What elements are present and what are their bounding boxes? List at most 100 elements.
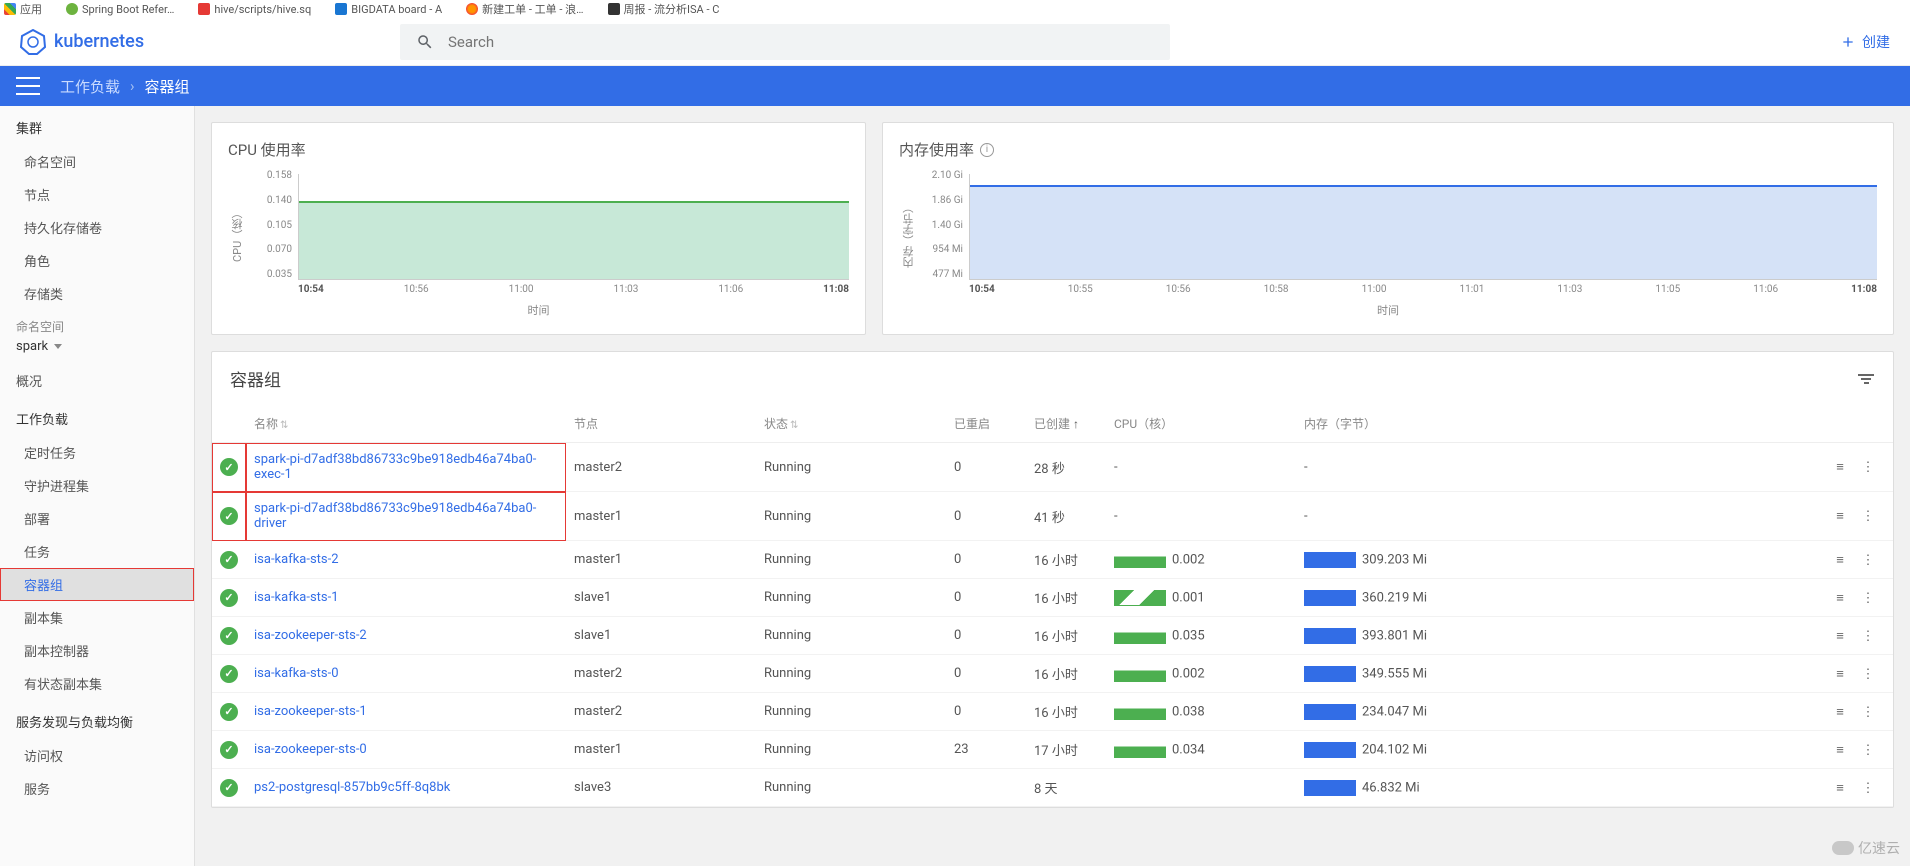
pod-name-link[interactable]: isa-kafka-sts-1: [254, 590, 339, 605]
pod-name-link[interactable]: isa-zookeeper-sts-1: [254, 704, 367, 719]
pod-cpu: -: [1106, 443, 1296, 492]
nav-section-discovery[interactable]: 服务发现与负载均衡: [0, 700, 194, 739]
table-row[interactable]: ✓isa-kafka-sts-1slave1Running016 小时0.001…: [212, 579, 1893, 617]
logs-icon[interactable]: ≡: [1831, 780, 1849, 796]
table-row[interactable]: ✓isa-zookeeper-sts-2slave1Running016 小时0…: [212, 617, 1893, 655]
info-icon[interactable]: i: [980, 143, 994, 157]
nav-item-daemon-sets[interactable]: 守护进程集: [0, 469, 194, 502]
nav-item-storage-class[interactable]: 存储类: [0, 277, 194, 310]
nav-item-stateful-sets[interactable]: 有状态副本集: [0, 667, 194, 700]
tab-bigdata[interactable]: BIGDATA board - A: [351, 3, 442, 16]
nav-item-nodes[interactable]: 节点: [0, 178, 194, 211]
logs-icon[interactable]: ≡: [1831, 590, 1849, 606]
nav-item-pv[interactable]: 持久化存储卷: [0, 211, 194, 244]
pod-status: Running: [756, 769, 946, 807]
col-age[interactable]: 已创建 ↑: [1026, 405, 1106, 443]
logo[interactable]: kubernetes: [20, 29, 400, 55]
nav-item-pods[interactable]: 容器组: [0, 568, 194, 601]
cpu-sparkline: [1114, 628, 1166, 644]
pod-cpu: 0.002: [1106, 655, 1296, 693]
kubernetes-icon: [20, 29, 46, 55]
pod-restarts: 0: [946, 655, 1026, 693]
nav-item-namespace[interactable]: 命名空间: [0, 145, 194, 178]
table-row[interactable]: ✓ps2-postgresql-857bb9c5ff-8q8bkslave3Ru…: [212, 769, 1893, 807]
pod-name-link[interactable]: isa-zookeeper-sts-0: [254, 742, 367, 757]
pod-mem: 360.219 Mi: [1296, 579, 1506, 617]
pod-restarts: 0: [946, 579, 1026, 617]
more-icon[interactable]: ⋮: [1859, 781, 1877, 796]
table-row[interactable]: ✓isa-kafka-sts-0master2Running016 小时0.00…: [212, 655, 1893, 693]
nav-item-overview[interactable]: 概况: [0, 364, 194, 397]
col-status[interactable]: 状态: [756, 405, 946, 443]
pod-age: 41 秒: [1026, 492, 1106, 541]
filter-icon[interactable]: [1857, 372, 1875, 386]
pod-name-link[interactable]: ps2-postgresql-857bb9c5ff-8q8bk: [254, 780, 450, 795]
logs-icon[interactable]: ≡: [1831, 704, 1849, 720]
nav-item-deployments[interactable]: 部署: [0, 502, 194, 535]
nav-item-services[interactable]: 服务: [0, 772, 194, 805]
tab-apps[interactable]: 应用: [20, 1, 42, 17]
pod-status: Running: [756, 579, 946, 617]
table-row[interactable]: ✓ spark-pi-d7adf38bd86733c9be918edb46a74b…: [212, 492, 1893, 541]
col-restarts[interactable]: 已重启: [946, 405, 1026, 443]
search-box[interactable]: [400, 24, 1170, 60]
cpu-sparkline: [1114, 666, 1166, 682]
tab-ticket[interactable]: 新建工单 - 工单 - 浪…: [482, 1, 583, 17]
logs-icon[interactable]: ≡: [1831, 459, 1849, 475]
col-node[interactable]: 节点: [566, 405, 756, 443]
col-name[interactable]: 名称: [246, 405, 566, 443]
col-cpu[interactable]: CPU（核）: [1106, 405, 1296, 443]
more-icon[interactable]: ⋮: [1859, 705, 1877, 720]
pod-status: Running: [756, 655, 946, 693]
tab-hive[interactable]: hive/scripts/hive.sq: [214, 3, 311, 16]
col-mem[interactable]: 内存（字节）: [1296, 405, 1506, 443]
pod-name-link[interactable]: spark-pi-d7adf38bd86733c9be918edb46a74ba…: [254, 452, 536, 482]
logs-icon[interactable]: ≡: [1831, 628, 1849, 644]
namespace-select[interactable]: spark: [0, 335, 194, 364]
logs-icon[interactable]: ≡: [1831, 508, 1849, 524]
nav-item-roles[interactable]: 角色: [0, 244, 194, 277]
more-icon[interactable]: ⋮: [1859, 667, 1877, 682]
brand-text: kubernetes: [54, 31, 144, 52]
cloud-icon: [1832, 841, 1854, 855]
more-icon[interactable]: ⋮: [1859, 629, 1877, 644]
nav-section-workloads[interactable]: 工作负载: [0, 397, 194, 436]
table-row[interactable]: ✓isa-kafka-sts-2master1Running016 小时0.00…: [212, 541, 1893, 579]
memory-chart-card: 内存使用率 i 内存（字节） 2.10 Gi1.86 Gi1.40 Gi954 …: [882, 122, 1894, 335]
cpu-xlabel: 时间: [228, 302, 849, 318]
tab-isa[interactable]: 周报 - 流分析ISA - C: [624, 1, 720, 17]
nav-item-cron-jobs[interactable]: 定时任务: [0, 436, 194, 469]
pod-mem: -: [1296, 492, 1506, 541]
pod-restarts: 0: [946, 443, 1026, 492]
logs-icon[interactable]: ≡: [1831, 552, 1849, 568]
menu-toggle-icon[interactable]: [16, 77, 40, 95]
pod-restarts: 0: [946, 693, 1026, 731]
cpu-ylabel: CPU（核）: [228, 170, 248, 300]
more-icon[interactable]: ⋮: [1859, 591, 1877, 606]
table-row[interactable]: ✓spark-pi-d7adf38bd86733c9be918edb46a74b…: [212, 443, 1893, 492]
nav-item-jobs[interactable]: 任务: [0, 535, 194, 568]
search-input[interactable]: [448, 33, 1154, 51]
status-ok-icon: ✓: [220, 507, 238, 525]
nav-item-rc[interactable]: 副本控制器: [0, 634, 194, 667]
more-icon[interactable]: ⋮: [1859, 553, 1877, 568]
logs-icon[interactable]: ≡: [1831, 666, 1849, 682]
pod-name-link[interactable]: isa-zookeeper-sts-2: [254, 628, 367, 643]
more-icon[interactable]: ⋮: [1859, 509, 1877, 524]
create-button[interactable]: 创建: [1840, 32, 1890, 52]
pod-name-link[interactable]: isa-kafka-sts-0: [254, 666, 339, 681]
breadcrumb-workloads[interactable]: 工作负载: [60, 76, 120, 97]
tab-spring[interactable]: Spring Boot Refer…: [82, 3, 174, 16]
pod-name-link[interactable]: isa-kafka-sts-2: [254, 552, 339, 567]
nav-item-replica-sets[interactable]: 副本集: [0, 601, 194, 634]
pod-status: Running: [756, 443, 946, 492]
table-row[interactable]: ✓isa-zookeeper-sts-1master2Running016 小时…: [212, 693, 1893, 731]
more-icon[interactable]: ⋮: [1859, 743, 1877, 758]
logs-icon[interactable]: ≡: [1831, 742, 1849, 758]
pod-name-link[interactable]: spark-pi-d7adf38bd86733c9be918edb46a74ba…: [254, 501, 536, 531]
mem-xticks: 10:5410:5510:5610:5811:0011:0111:0311:05…: [969, 284, 1877, 300]
more-icon[interactable]: ⋮: [1859, 460, 1877, 475]
nav-item-ingresses[interactable]: 访问权: [0, 739, 194, 772]
table-row[interactable]: ✓isa-zookeeper-sts-0master1Running2317 小…: [212, 731, 1893, 769]
nav-section-cluster[interactable]: 集群: [0, 106, 194, 145]
